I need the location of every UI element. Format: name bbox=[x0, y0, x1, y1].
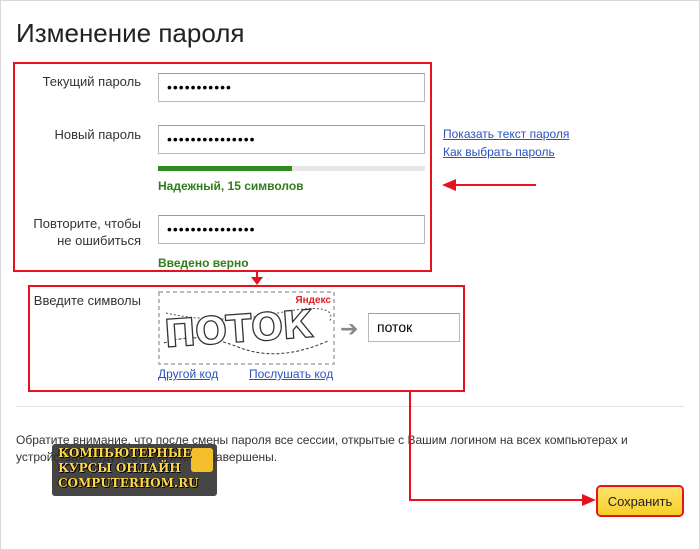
annotation-arrow-to-save bbox=[409, 390, 596, 506]
listen-code-link[interactable]: Послушать код bbox=[249, 367, 333, 381]
annotation-arrow-down bbox=[251, 270, 263, 285]
watermark-line-1: КОМПЬЮТЕРНЫЕ bbox=[58, 446, 192, 460]
new-password-label: Новый пароль bbox=[54, 127, 141, 142]
current-password-label: Текущий пароль bbox=[42, 74, 141, 89]
captcha-input[interactable]: поток bbox=[368, 313, 460, 342]
watermark-line-2: КУРСЫ ОНЛАЙН bbox=[58, 461, 181, 475]
captcha-image: Яндекс ПОТОК bbox=[158, 291, 335, 365]
repeat-password-label: Повторите, чтобы не ошибиться bbox=[33, 216, 141, 248]
new-password-input[interactable]: ••••••••••••••• bbox=[158, 125, 425, 154]
password-strength-text: Надежный, 15 символов bbox=[158, 179, 304, 193]
repeat-password-status: Введено верно bbox=[158, 256, 249, 270]
repeat-password-input[interactable]: ••••••••••••••• bbox=[158, 215, 425, 244]
show-password-link[interactable]: Показать текст пароля bbox=[443, 127, 569, 141]
annotation-arrow-left bbox=[442, 179, 536, 191]
watermark-logo: КОМПЬЮТЕРНЫЕ КУРСЫ ОНЛАЙН COMPUTERHOM.RU bbox=[52, 444, 217, 496]
password-strength-fill bbox=[158, 166, 292, 171]
page-title: Изменение пароля bbox=[16, 18, 245, 48]
save-button[interactable]: Сохранить bbox=[598, 487, 682, 515]
watermark-line-3: COMPUTERHOM.RU bbox=[58, 476, 199, 490]
current-password-input[interactable]: ••••••••••• bbox=[158, 73, 425, 102]
password-strength-bar bbox=[158, 166, 425, 171]
captcha-label: Введите символы bbox=[33, 293, 141, 308]
how-to-choose-password-link[interactable]: Как выбрать пароль bbox=[443, 145, 555, 159]
watermark-badge bbox=[191, 448, 213, 472]
other-code-link[interactable]: Другой код bbox=[158, 367, 218, 381]
arrow-right-icon: ➔ bbox=[340, 316, 359, 341]
